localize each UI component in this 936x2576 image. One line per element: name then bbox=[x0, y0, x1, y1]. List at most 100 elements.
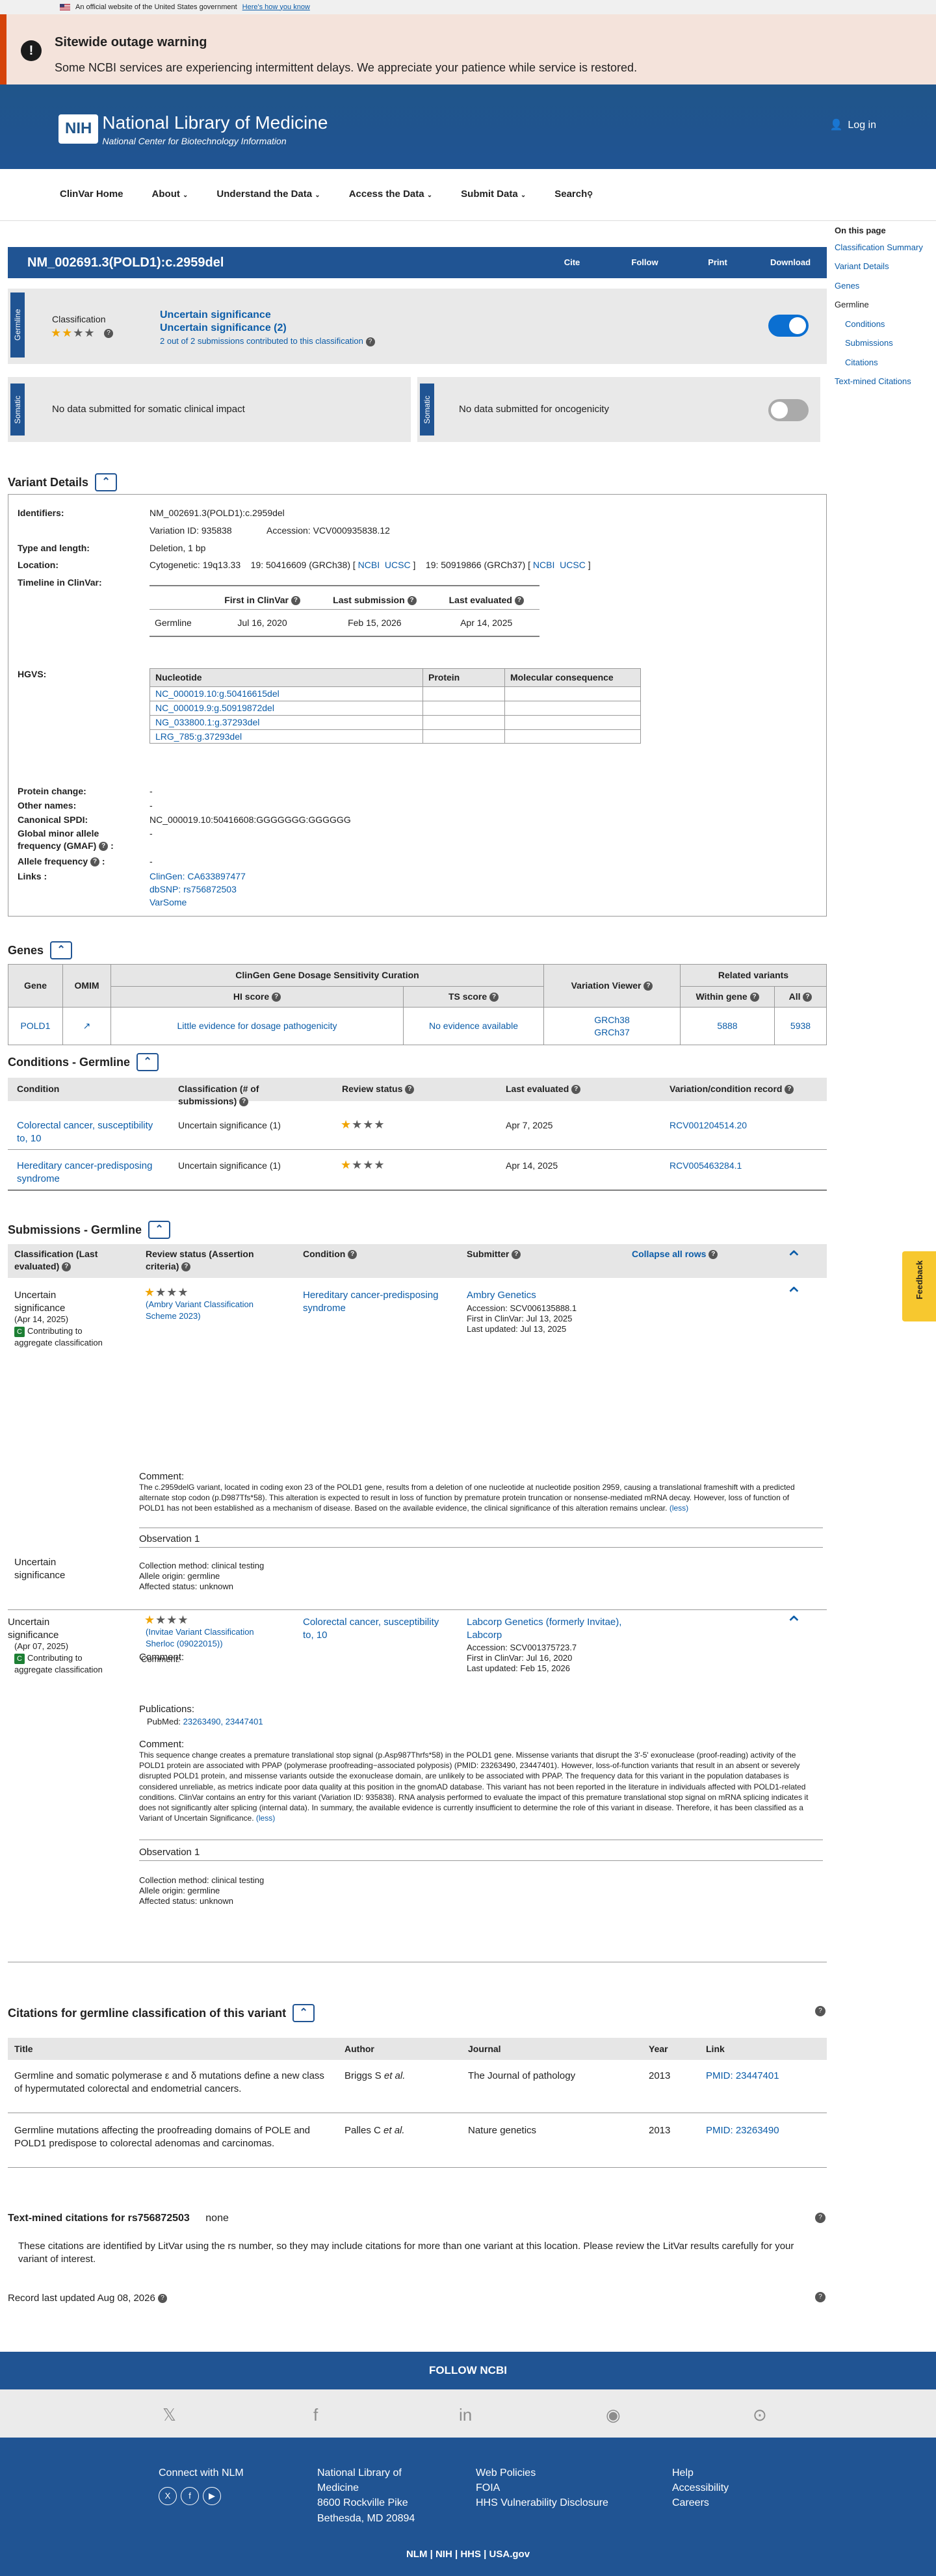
help-icon[interactable]: ? bbox=[785, 1085, 794, 1095]
facebook-icon[interactable]: f bbox=[313, 2404, 318, 2426]
linkedin-icon[interactable]: in bbox=[459, 2404, 472, 2426]
submitter-link[interactable]: Ambry Genetics bbox=[467, 1289, 536, 1302]
help-icon[interactable]: ? bbox=[239, 1097, 249, 1107]
how-you-know-link[interactable]: Here's how you know bbox=[242, 3, 310, 12]
ucsc-link[interactable]: UCSC bbox=[385, 560, 411, 570]
help-icon[interactable]: ? bbox=[348, 1250, 358, 1260]
facebook-icon[interactable]: f bbox=[181, 2487, 199, 2506]
varsome-link[interactable]: VarSome bbox=[150, 896, 187, 909]
hhs-vuln-link[interactable]: HHS Vulnerability Disclosure bbox=[476, 2495, 619, 2510]
pubmed-links[interactable]: 23263490, 23447401 bbox=[183, 1717, 263, 1726]
ncbi-link-37[interactable]: NCBI bbox=[533, 560, 554, 570]
clingen-link[interactable]: ClinGen: CA633897477 bbox=[150, 870, 246, 883]
help-icon[interactable]: ? bbox=[272, 993, 281, 1002]
nlm-name-1[interactable]: National Library of bbox=[317, 2465, 415, 2480]
help-icon[interactable]: ? bbox=[181, 1262, 191, 1272]
help-icon[interactable]: ? bbox=[365, 337, 375, 346]
assertion-criteria-link-2[interactable]: (Invitae Variant Classification Sherloc … bbox=[146, 1626, 276, 1649]
youtube-icon[interactable]: ▶ bbox=[203, 2487, 221, 2506]
hgvs-row[interactable]: NC_000019.9:g.50919872del bbox=[150, 700, 423, 716]
collapse-all-button[interactable]: Collapse all rows ? bbox=[632, 1248, 718, 1260]
menu-understand[interactable]: Understand the Data ⌄ bbox=[216, 188, 320, 201]
less-link[interactable]: (less) bbox=[670, 1503, 688, 1513]
sig-link-1[interactable]: Uncertain significance bbox=[160, 308, 271, 322]
help-icon[interactable]: ? bbox=[489, 993, 499, 1002]
side-textmined[interactable]: Text-mined Citations bbox=[835, 376, 936, 387]
ucsc-link-37[interactable]: UCSC bbox=[560, 560, 586, 570]
help-icon[interactable]: ? bbox=[99, 842, 109, 852]
hgvs-row[interactable]: LRG_785:g.37293del bbox=[150, 729, 423, 744]
side-submissions[interactable]: Submissions bbox=[835, 337, 936, 349]
nlm-logo[interactable]: NIH National Library of Medicine Nationa… bbox=[58, 111, 328, 148]
github-icon[interactable]: ◉ bbox=[606, 2404, 621, 2426]
submitter-link-2[interactable]: Labcorp Genetics (formerly Invitae), Lab… bbox=[467, 1616, 623, 1643]
collapse-icon[interactable]: ⌃ bbox=[292, 2004, 315, 2022]
side-variant[interactable]: Variant Details bbox=[835, 261, 936, 272]
germline-toggle[interactable] bbox=[768, 315, 809, 337]
footer-bottom-links[interactable]: NLM | NIH | HHS | USA.gov bbox=[0, 2548, 936, 2561]
hi-score[interactable]: Little evidence for dosage pathogenicity bbox=[110, 1007, 404, 1045]
cite-button[interactable]: Cite bbox=[536, 257, 608, 268]
help-icon[interactable]: ? bbox=[815, 2006, 826, 2016]
ts-score[interactable]: No evidence available bbox=[403, 1007, 544, 1045]
foia-link[interactable]: FOIA bbox=[476, 2480, 619, 2495]
hgvs-row[interactable]: NC_000019.10:g.50416615del bbox=[150, 686, 423, 701]
within-gene[interactable]: 5888 bbox=[680, 1007, 775, 1045]
chevron-up-icon[interactable]: ⌃ bbox=[785, 1613, 803, 1634]
help-icon[interactable]: ? bbox=[512, 1250, 521, 1260]
sub-count-text[interactable]: 2 out of 2 submissions contributed to th… bbox=[160, 336, 363, 346]
download-button[interactable]: Download bbox=[754, 257, 827, 268]
help-icon[interactable]: ? bbox=[644, 982, 653, 991]
help-icon[interactable]: ? bbox=[405, 1085, 415, 1095]
sub2-condition-link[interactable]: Colorectal cancer, susceptibility to, 10 bbox=[303, 1616, 439, 1643]
side-classification[interactable]: Classification Summary bbox=[835, 242, 936, 254]
assertion-criteria-link[interactable]: (Ambry Variant Classification Scheme 202… bbox=[146, 1299, 276, 1321]
hgvs-row[interactable]: NG_033800.1:g.37293del bbox=[150, 714, 423, 730]
menu-access[interactable]: Access the Data ⌄ bbox=[349, 188, 432, 201]
print-button[interactable]: Print bbox=[681, 257, 754, 268]
cit-pmid[interactable]: PMID: 23263490 bbox=[706, 2125, 779, 2136]
help-icon[interactable]: ? bbox=[104, 329, 113, 338]
collapse-icon[interactable]: ⌃ bbox=[148, 1221, 171, 1239]
rss-icon[interactable]: ⊙ bbox=[753, 2404, 767, 2426]
accessibility-link[interactable]: Accessibility bbox=[672, 2480, 729, 2495]
feedback-button[interactable]: Feedback bbox=[902, 1251, 936, 1321]
x-icon[interactable]: X bbox=[159, 2487, 177, 2506]
external-link-icon[interactable]: ↗ bbox=[62, 1007, 111, 1045]
menu-search[interactable]: Search⚲ bbox=[554, 188, 593, 201]
chevron-up-icon[interactable]: ⌃ bbox=[785, 1248, 803, 1269]
nlm-name-2[interactable]: Medicine bbox=[317, 2480, 415, 2495]
web-policies-link[interactable]: Web Policies bbox=[476, 2465, 619, 2480]
dbsnp-link[interactable]: dbSNP: rs756872503 bbox=[150, 883, 237, 896]
help-icon[interactable]: ? bbox=[158, 2294, 168, 2304]
menu-clinvar-home[interactable]: ClinVar Home bbox=[60, 188, 124, 201]
help-icon[interactable]: ? bbox=[571, 1085, 581, 1095]
grch37-link[interactable]: GRCh37 bbox=[549, 1026, 675, 1039]
help-icon[interactable]: ? bbox=[62, 1262, 72, 1272]
collapse-icon[interactable]: ⌃ bbox=[50, 941, 73, 959]
follow-button[interactable]: Follow bbox=[608, 257, 681, 268]
less-link-2[interactable]: (less) bbox=[256, 1814, 275, 1823]
chevron-up-icon[interactable]: ⌃ bbox=[785, 1284, 803, 1305]
cit-pmid[interactable]: PMID: 23447401 bbox=[706, 2070, 779, 2081]
cond-link[interactable]: Colorectal cancer, susceptibility to, 10 bbox=[17, 1119, 166, 1146]
help-icon[interactable]: ? bbox=[749, 993, 759, 1002]
side-genes[interactable]: Genes bbox=[835, 280, 936, 292]
help-icon[interactable]: ? bbox=[708, 1250, 718, 1260]
sig-link-2[interactable]: Uncertain significance (2) bbox=[160, 321, 287, 335]
help-icon[interactable]: ? bbox=[291, 596, 300, 606]
sub-condition-link[interactable]: Hereditary cancer-predisposing syndrome bbox=[303, 1289, 439, 1316]
help-icon[interactable]: ? bbox=[815, 2292, 826, 2302]
side-conditions[interactable]: Conditions bbox=[835, 319, 936, 330]
help-link[interactable]: Help bbox=[672, 2465, 729, 2480]
login-button[interactable]: 👤 Log in bbox=[829, 118, 876, 133]
collapse-icon[interactable]: ⌃ bbox=[136, 1053, 159, 1071]
x-icon[interactable]: 𝕏 bbox=[162, 2404, 176, 2426]
gene-link[interactable]: POLD1 bbox=[8, 1007, 63, 1045]
menu-submit[interactable]: Submit Data ⌄ bbox=[461, 188, 526, 201]
careers-link[interactable]: Careers bbox=[672, 2495, 729, 2510]
help-icon[interactable]: ? bbox=[90, 857, 100, 867]
cond-record[interactable]: RCV001204514.20 bbox=[670, 1119, 747, 1132]
help-icon[interactable]: ? bbox=[815, 2213, 826, 2223]
collapse-icon[interactable]: ⌃ bbox=[95, 473, 118, 491]
